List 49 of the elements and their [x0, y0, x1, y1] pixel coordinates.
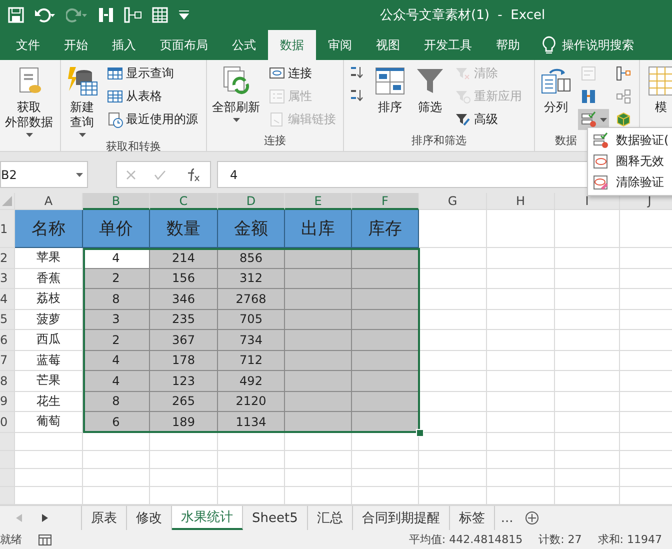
- table-cell: 8: [83, 392, 150, 412]
- table-cell: 芒果: [15, 371, 83, 392]
- table-cell: 8: [83, 289, 150, 310]
- table-cell: 346: [150, 289, 218, 310]
- table-cell: 苹果: [15, 248, 83, 268]
- table-cell: 178: [150, 350, 218, 371]
- group-label: 数据: [555, 134, 577, 147]
- table-cell: 265: [150, 392, 218, 412]
- table-cell: 2768: [218, 289, 285, 310]
- table-cell: 367: [150, 330, 218, 350]
- table-cell: 734: [218, 330, 285, 350]
- table-cell: 单价: [83, 210, 150, 248]
- table-cell: 金额: [218, 210, 285, 248]
- table-cell: 2120: [218, 392, 285, 412]
- table-cell: 2: [83, 268, 150, 289]
- table-cell: 312: [218, 268, 285, 289]
- group-label: 连接: [264, 134, 286, 147]
- table-cell: 出库: [285, 210, 352, 248]
- count-text: 计数: 27: [538, 532, 582, 547]
- group-label: 获取和转换: [106, 140, 161, 153]
- table-cell: 葡萄: [15, 412, 83, 432]
- table-cell: 214: [150, 248, 218, 268]
- table-cell: 菠萝: [15, 310, 83, 330]
- table-cell: 712: [218, 350, 285, 371]
- status-text: 就绪: [0, 532, 22, 547]
- table-cell: 3: [83, 310, 150, 330]
- table-cell: 4: [83, 350, 150, 371]
- sum-text: 求和: 11947: [598, 532, 662, 547]
- table-cell: 库存: [352, 210, 419, 248]
- table-cell: 156: [150, 268, 218, 289]
- table-cell: 856: [218, 248, 285, 268]
- average-text: 平均值: 442.4814815: [408, 532, 523, 547]
- table-cell: 蓝莓: [15, 350, 83, 371]
- table-cell: 香蕉: [15, 268, 83, 289]
- table-cell: 花生: [15, 392, 83, 412]
- table-cell: 4: [83, 371, 150, 392]
- table-cell: 荔枝: [15, 289, 83, 310]
- table-cell: 名称: [15, 210, 83, 248]
- table-cell: 2: [83, 330, 150, 350]
- table-cell: 数量: [150, 210, 218, 248]
- window-title: 公众号文章素材(1) - Excel: [380, 7, 546, 24]
- table-cell: 235: [150, 310, 218, 330]
- group-label: 排序和筛选: [412, 134, 466, 147]
- table-cell: 705: [218, 310, 285, 330]
- table-cell: 西瓜: [15, 330, 83, 350]
- table-cell: 123: [150, 371, 218, 392]
- table-cell: 492: [218, 371, 285, 392]
- table-cell: 189: [150, 412, 218, 432]
- table-cell: 1134: [218, 412, 285, 432]
